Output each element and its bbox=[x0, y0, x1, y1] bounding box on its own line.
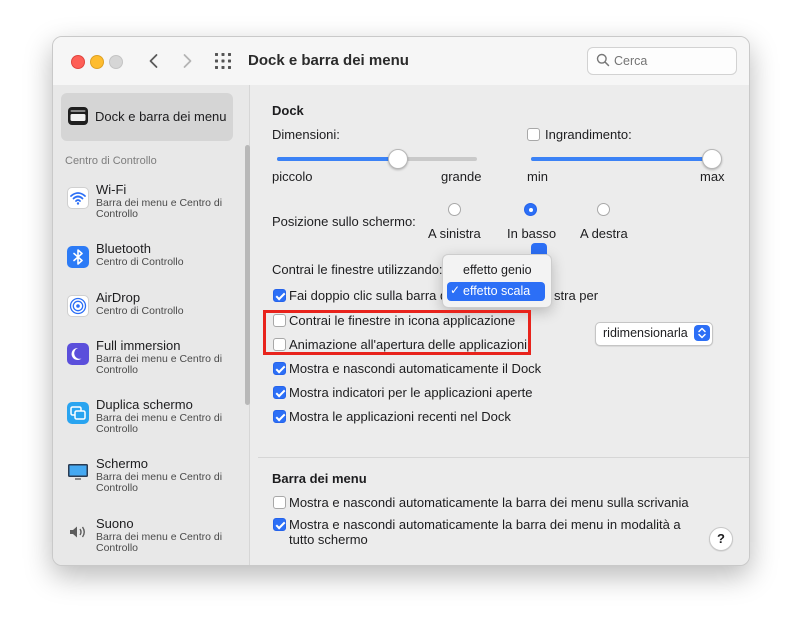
sidebar-item-name: Full immersion bbox=[96, 338, 181, 353]
menu-item-genie[interactable]: effetto genio bbox=[447, 261, 545, 280]
window-title: Dock e barra dei menu bbox=[248, 52, 409, 69]
close-window-button[interactable] bbox=[71, 55, 85, 69]
popup-arrows-icon bbox=[694, 325, 710, 341]
sidebar-item-subtitle: Barra dei menu e Centro di Controllo bbox=[96, 412, 223, 435]
menu-item-scale[interactable]: ✓ effetto scala bbox=[447, 282, 545, 301]
minimize-effect-menu: effetto genio ✓ effetto scala bbox=[442, 254, 552, 308]
autohide-menubar-desktop-label: Mostra e nascondi automaticamente la bar… bbox=[289, 495, 689, 510]
checkmark-icon: ✓ bbox=[450, 283, 461, 297]
show-recent-apps-checkbox[interactable] bbox=[273, 410, 286, 423]
back-button[interactable] bbox=[143, 50, 165, 72]
magnification-max-label: max bbox=[700, 169, 725, 184]
dock-settings-pane: Dock Dimensioni: piccolo grande Ingrandi… bbox=[258, 85, 749, 565]
chevron-right-icon bbox=[183, 54, 192, 68]
position-right-label: A destra bbox=[580, 226, 628, 241]
double-click-action-value: ridimensionarla bbox=[603, 326, 688, 340]
sidebar-item-name: Bluetooth bbox=[96, 241, 151, 256]
sidebar-item-focus[interactable]: Full immersion Barra dei menu e Centro d… bbox=[65, 338, 235, 388]
mirror-screen-icon bbox=[67, 402, 89, 424]
size-min-label: piccolo bbox=[272, 169, 313, 184]
sidebar-item-name: Wi-Fi bbox=[96, 182, 127, 197]
search-field[interactable] bbox=[587, 47, 737, 75]
position-left-radio[interactable] bbox=[448, 203, 461, 216]
minimize-window-button[interactable] bbox=[90, 55, 104, 69]
forward-button[interactable] bbox=[176, 50, 198, 72]
autohide-menubar-fullscreen-checkbox[interactable] bbox=[273, 518, 286, 531]
menu-item-label: effetto scala bbox=[463, 284, 531, 298]
show-all-button[interactable] bbox=[214, 52, 232, 70]
dock-section-title: Dock bbox=[272, 103, 304, 118]
preferences-window: Dock e barra dei menu Dock e barra dei m… bbox=[52, 36, 750, 566]
airdrop-icon bbox=[67, 295, 89, 317]
sidebar-item-subtitle: Barra dei menu e Centro di Controllo bbox=[96, 197, 223, 220]
double-click-action-popup[interactable]: ridimensionarla bbox=[595, 322, 713, 346]
autohide-menubar-fullscreen-label-cont: tutto schermo bbox=[289, 532, 368, 547]
sidebar-item-wifi[interactable]: Wi-Fi Barra dei menu e Centro di Control… bbox=[65, 182, 235, 232]
sidebar-item-bluetooth[interactable]: Bluetooth Centro di Controllo bbox=[65, 241, 235, 291]
minimize-effect-label: Contrai le finestre utilizzando: bbox=[272, 262, 443, 277]
sidebar-section-header: Centro di Controllo bbox=[65, 155, 157, 167]
sidebar-item-subtitle: Barra dei menu e Centro di Controllo bbox=[96, 353, 223, 376]
show-indicators-label: Mostra indicatori per le applicazioni ap… bbox=[289, 385, 533, 400]
menubar-section-title: Barra dei menu bbox=[272, 471, 367, 486]
sidebar-item-sound[interactable]: Suono Barra dei menu e Centro di Control… bbox=[65, 516, 235, 565]
size-label: Dimensioni: bbox=[272, 127, 340, 142]
position-bottom-label: In basso bbox=[507, 226, 557, 241]
search-input[interactable] bbox=[614, 52, 729, 69]
show-recent-apps-label: Mostra le applicazioni recenti nel Dock bbox=[289, 409, 511, 424]
sidebar-item-airdrop[interactable]: AirDrop Centro di Controllo bbox=[65, 290, 235, 340]
size-max-label: grande bbox=[441, 169, 482, 184]
position-label: Posizione sullo schermo: bbox=[272, 214, 416, 229]
grid-icon bbox=[215, 53, 231, 69]
title-bar: Dock e barra dei menu bbox=[53, 37, 749, 85]
sidebar: Dock e barra dei menu Centro di Controll… bbox=[53, 85, 250, 565]
sidebar-item-screen-mirroring[interactable]: Duplica schermo Barra dei menu e Centro … bbox=[65, 397, 235, 447]
zoom-window-button[interactable] bbox=[109, 55, 123, 69]
highlight-box bbox=[263, 310, 531, 355]
wifi-icon bbox=[67, 187, 89, 209]
position-bottom-radio[interactable] bbox=[524, 203, 537, 216]
section-divider bbox=[258, 457, 749, 458]
menu-item-label: effetto genio bbox=[463, 263, 532, 277]
chevron-left-icon bbox=[149, 54, 158, 68]
autohide-menubar-desktop-checkbox[interactable] bbox=[273, 496, 286, 509]
position-right-radio[interactable] bbox=[597, 203, 610, 216]
display-icon bbox=[67, 461, 89, 483]
autohide-dock-label: Mostra e nascondi automaticamente il Doc… bbox=[289, 361, 542, 376]
sidebar-item-name: Suono bbox=[96, 516, 134, 531]
sidebar-item-label: Dock e barra dei menu bbox=[95, 109, 227, 124]
double-click-label: Fai doppio clic sulla barra d bbox=[289, 288, 448, 303]
magnification-label: Ingrandimento: bbox=[545, 127, 632, 142]
sidebar-item-dock-menubar[interactable]: Dock e barra dei menu bbox=[61, 93, 233, 141]
search-icon bbox=[596, 53, 610, 67]
magnification-min-label: min bbox=[527, 169, 548, 184]
show-indicators-checkbox[interactable] bbox=[273, 386, 286, 399]
sidebar-scrollbar[interactable] bbox=[245, 145, 250, 405]
moon-icon bbox=[67, 343, 89, 365]
double-click-label-end: stra per bbox=[554, 288, 599, 303]
sidebar-item-name: AirDrop bbox=[96, 290, 141, 305]
sidebar-item-subtitle: Centro di Controllo bbox=[96, 305, 184, 317]
sidebar-item-subtitle: Barra dei menu e Centro di Controllo bbox=[96, 471, 223, 494]
magnification-checkbox[interactable] bbox=[527, 128, 540, 141]
autohide-menubar-fullscreen-label: Mostra e nascondi automaticamente la bar… bbox=[289, 517, 681, 532]
sidebar-item-name: Schermo bbox=[96, 456, 149, 471]
dock-menubar-icon bbox=[68, 107, 88, 125]
sidebar-item-subtitle: Barra dei menu e Centro di Controllo bbox=[96, 531, 223, 554]
position-left-label: A sinistra bbox=[428, 226, 481, 241]
autohide-dock-checkbox[interactable] bbox=[273, 362, 286, 375]
bluetooth-icon bbox=[67, 246, 89, 268]
sidebar-item-subtitle: Centro di Controllo bbox=[96, 256, 184, 268]
double-click-checkbox[interactable] bbox=[273, 289, 286, 302]
sidebar-item-display[interactable]: Schermo Barra dei menu e Centro di Contr… bbox=[65, 456, 235, 506]
help-button[interactable]: ? bbox=[709, 527, 733, 551]
sidebar-item-name: Duplica schermo bbox=[96, 397, 193, 412]
speaker-icon bbox=[67, 521, 89, 543]
